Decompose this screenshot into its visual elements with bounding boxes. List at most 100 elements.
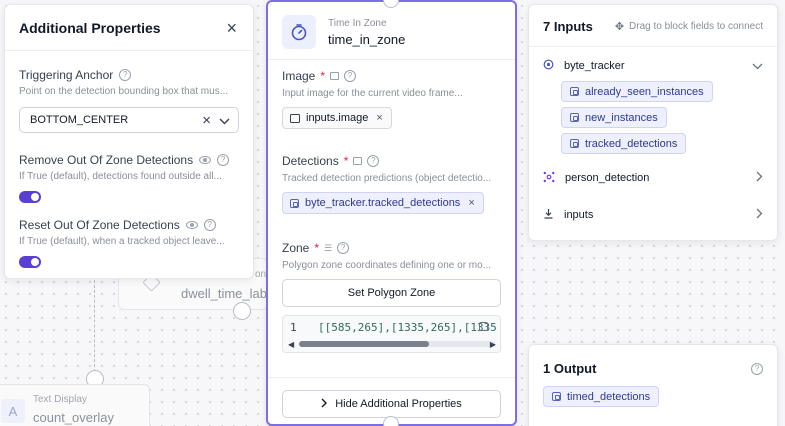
code-horizontal-scrollbar[interactable] bbox=[299, 341, 495, 347]
image-field: Image * ? Input image for the current vi… bbox=[268, 69, 515, 129]
help-icon[interactable]: ? bbox=[119, 69, 132, 81]
remove-out-of-zone-description: If True (default), detections found outs… bbox=[19, 171, 222, 182]
edge-to-text-display bbox=[94, 280, 95, 372]
output-icon bbox=[570, 113, 579, 122]
remove-icon[interactable]: × bbox=[468, 197, 474, 209]
triggering-anchor-description: Point on the detection bounding box that… bbox=[19, 86, 229, 97]
input-group-inputs[interactable]: inputs bbox=[529, 202, 777, 228]
hide-additional-properties-label: Hide Additional Properties bbox=[335, 398, 462, 410]
help-icon[interactable]: ? bbox=[337, 242, 350, 254]
divider bbox=[268, 59, 515, 60]
download-icon bbox=[543, 208, 554, 222]
scroll-left-icon[interactable]: ◀ bbox=[288, 340, 294, 349]
dwell-node-output-handle[interactable] bbox=[233, 302, 251, 320]
scrollbar-thumb[interactable] bbox=[299, 341, 429, 347]
required-mark: * bbox=[343, 154, 349, 168]
block-output-handle[interactable] bbox=[383, 416, 399, 426]
graph-node-icon bbox=[543, 171, 555, 186]
triggering-anchor-value: BOTTOM_CENTER bbox=[30, 114, 129, 126]
detections-field: Detections * ? Tracked detection predict… bbox=[268, 154, 515, 214]
divider bbox=[529, 46, 777, 47]
zone-code-value[interactable]: [[585,265],[1335,265],[1335, bbox=[318, 321, 498, 334]
scroll-right-icon[interactable]: ▶ bbox=[490, 340, 496, 349]
output-chip-already-seen-instances[interactable]: already_seen_instances bbox=[561, 81, 713, 102]
output-chip-label: new_instances bbox=[585, 111, 658, 124]
detections-field-value: byte_tracker.tracked_detections bbox=[305, 197, 461, 209]
list-type-icon: ☰ bbox=[324, 242, 333, 253]
output-panel: 1 Output ? timed_detections bbox=[528, 344, 778, 426]
zone-field: Zone * ☰ ? Polygon zone coordinates defi… bbox=[268, 241, 515, 353]
remove-out-of-zone-label: Remove Out Of Zone Detections ? bbox=[19, 153, 239, 167]
triggering-anchor-select[interactable]: BOTTOM_CENTER × bbox=[19, 107, 239, 133]
clear-icon[interactable]: × bbox=[202, 112, 211, 129]
remove-out-of-zone-toggle[interactable] bbox=[19, 191, 41, 203]
visibility-eye-icon[interactable] bbox=[185, 221, 198, 229]
output-icon bbox=[570, 139, 579, 148]
close-icon[interactable]: × bbox=[226, 19, 237, 37]
chevron-right-icon bbox=[321, 398, 328, 411]
help-icon[interactable]: ? bbox=[751, 362, 763, 375]
reset-out-of-zone-label-text: Reset Out Of Zone Detections bbox=[19, 218, 180, 232]
output-chip-label: timed_detections bbox=[567, 390, 651, 403]
text-display-node[interactable]: A Text Display count_overlay bbox=[0, 384, 150, 426]
image-field-value: inputs.image bbox=[306, 112, 369, 124]
zone-field-label: Zone * ☰ ? bbox=[282, 241, 501, 255]
input-group-person-detection[interactable]: person_detection bbox=[529, 165, 777, 191]
drag-hint: ✥ Drag to block fields to connect bbox=[615, 20, 763, 33]
output-chip-timed-detections[interactable]: timed_detections bbox=[543, 386, 660, 407]
required-mark: * bbox=[320, 69, 326, 83]
reset-out-of-zone-label: Reset Out Of Zone Detections ? bbox=[19, 218, 239, 232]
dwell-time-node-name: dwell_time_lab bbox=[181, 286, 267, 301]
additional-properties-panel: Additional Properties × Triggering Ancho… bbox=[4, 4, 254, 279]
image-field-description: Input image for the current video frame.… bbox=[282, 88, 463, 99]
block-header: Time In Zone time_in_zone bbox=[268, 2, 515, 49]
move-icon: ✥ bbox=[614, 21, 625, 33]
output-chip-new-instances[interactable]: new_instances bbox=[561, 107, 667, 128]
chevron-right-icon[interactable] bbox=[756, 208, 763, 222]
target-icon bbox=[543, 59, 554, 73]
help-icon[interactable]: ? bbox=[344, 70, 357, 82]
help-icon[interactable]: ? bbox=[217, 154, 230, 166]
copy-icon[interactable] bbox=[479, 322, 488, 331]
detections-field-label-text: Detections bbox=[282, 154, 339, 168]
output-chip-tracked-detections[interactable]: tracked_detections bbox=[561, 133, 687, 154]
detections-field-description: Tracked detection predictions (object de… bbox=[282, 173, 492, 184]
block-type: Time In Zone bbox=[328, 17, 387, 29]
output-icon bbox=[570, 87, 579, 96]
help-icon[interactable]: ? bbox=[367, 155, 380, 167]
remove-icon[interactable]: × bbox=[376, 112, 382, 124]
reset-out-of-zone-toggle[interactable] bbox=[19, 256, 41, 268]
required-mark: * bbox=[314, 241, 320, 255]
text-display-node-name: count_overlay bbox=[33, 410, 114, 425]
chevron-right-icon[interactable] bbox=[756, 171, 763, 185]
block-name: time_in_zone bbox=[328, 31, 406, 47]
output-icon bbox=[552, 392, 561, 401]
text-display-node-type: Text Display bbox=[33, 394, 87, 405]
set-polygon-zone-button[interactable]: Set Polygon Zone bbox=[282, 279, 501, 307]
triggering-anchor-label-text: Triggering Anchor bbox=[19, 68, 114, 82]
input-group-name: inputs bbox=[564, 209, 594, 221]
drag-hint-text: Drag to block fields to connect bbox=[629, 21, 763, 32]
divider bbox=[268, 377, 515, 378]
help-icon[interactable]: ? bbox=[203, 219, 216, 231]
zone-code-editor[interactable]: 1 [[585,265],[1335,265],[1335, ◀ ▶ bbox=[282, 315, 501, 353]
input-group-byte-tracker[interactable]: byte_tracker bbox=[529, 53, 777, 79]
remove-out-of-zone-label-text: Remove Out Of Zone Detections bbox=[19, 153, 194, 167]
image-icon bbox=[290, 113, 300, 123]
detections-field-value-chip[interactable]: byte_tracker.tracked_detections × bbox=[282, 192, 484, 214]
dwell-time-node-type: on bbox=[255, 269, 267, 280]
detections-type-icon bbox=[353, 157, 363, 165]
text-display-icon: A bbox=[1, 399, 25, 423]
image-field-value-chip[interactable]: inputs.image × bbox=[282, 107, 392, 129]
inputs-panel-title: 7 Inputs bbox=[543, 19, 593, 34]
input-group-name: byte_tracker bbox=[564, 60, 625, 72]
image-type-icon bbox=[330, 72, 340, 80]
visibility-eye-icon[interactable] bbox=[199, 156, 212, 164]
chevron-down-icon[interactable] bbox=[219, 113, 230, 128]
hide-additional-properties-button[interactable]: Hide Additional Properties bbox=[282, 390, 501, 418]
reset-out-of-zone-description: If True (default), when a tracked object… bbox=[19, 236, 225, 247]
chevron-down-icon[interactable] bbox=[752, 59, 763, 73]
image-field-label: Image * ? bbox=[282, 69, 501, 83]
detections-icon bbox=[290, 198, 299, 208]
output-chip-label: tracked_detections bbox=[585, 137, 678, 150]
